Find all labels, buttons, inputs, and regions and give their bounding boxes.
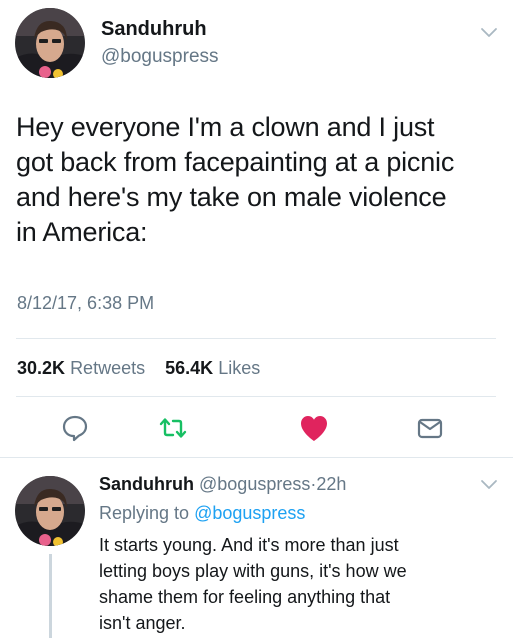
replying-prefix: Replying to	[99, 503, 190, 523]
tweet-detail-screen: Sanduhruh @boguspress Hey everyone I'm a…	[0, 0, 513, 638]
like-button[interactable]	[297, 412, 331, 444]
divider	[16, 338, 496, 339]
reply-text-line: shame them for feeling anything that	[99, 587, 391, 607]
replying-to-link[interactable]: @boguspress	[194, 503, 305, 523]
tweet-text: Hey everyone I'm a clown and I just got …	[16, 110, 501, 250]
reply-author-handle[interactable]: @boguspress	[199, 474, 310, 494]
author-name[interactable]: Sanduhruh	[101, 18, 207, 41]
retweet-button[interactable]	[156, 412, 190, 444]
author-handle[interactable]: @boguspress	[101, 46, 219, 68]
tweet-text-line: Hey everyone I'm a clown and I just	[16, 112, 435, 142]
reply-header: Sanduhruh @boguspress·22h	[99, 474, 346, 495]
envelope-icon	[417, 418, 443, 439]
author-avatar[interactable]	[15, 8, 85, 78]
tweet-timestamp: 8/12/17, 6:38 PM	[17, 293, 155, 313]
chevron-down-icon[interactable]	[478, 21, 500, 43]
reply-text-line: It starts young. And it's more than just	[99, 535, 399, 555]
tweet-text-line: and here's my take on male violence	[16, 182, 447, 212]
reply-text-line: isn't anger.	[99, 613, 186, 633]
thread-connector-line	[49, 554, 52, 638]
retweets-stat[interactable]: 30.2K Retweets	[17, 358, 150, 378]
reply-icon	[62, 415, 88, 442]
replying-to: Replying to @boguspress	[99, 503, 305, 524]
likes-count: 56.4K	[165, 358, 214, 378]
chevron-down-icon[interactable]	[478, 473, 500, 495]
reply-text-line: letting boys play with guns, it's how we	[99, 561, 407, 581]
likes-label: Likes	[218, 358, 261, 378]
avatar-image	[15, 8, 85, 78]
tweet-text-line: in America:	[16, 217, 148, 247]
reply-time: 22h	[316, 474, 347, 494]
divider	[16, 396, 496, 397]
divider	[0, 457, 513, 458]
tweet-text-line: got back from facepainting at a picnic	[16, 147, 455, 177]
avatar-image	[15, 476, 85, 546]
heart-icon	[301, 416, 327, 441]
reply-button[interactable]	[58, 412, 92, 444]
retweets-count: 30.2K	[17, 358, 66, 378]
reply-author-avatar[interactable]	[15, 476, 85, 546]
reply-author-name[interactable]: Sanduhruh	[99, 474, 194, 494]
engagement-stats: 30.2K Retweets 56.4K Likes	[17, 358, 260, 379]
reply-text: It starts young. And it's more than just…	[99, 532, 499, 636]
direct-message-button[interactable]	[413, 412, 447, 444]
retweets-label: Retweets	[70, 358, 146, 378]
retweet-icon	[159, 418, 187, 438]
likes-stat[interactable]: 56.4K Likes	[165, 358, 260, 378]
